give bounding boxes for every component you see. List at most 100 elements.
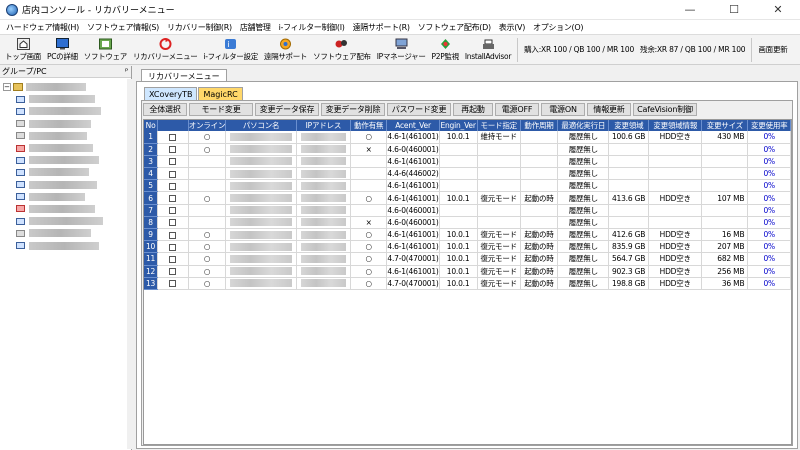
- toolbar-install-advisor-button[interactable]: InstallAdvisor: [462, 36, 514, 64]
- col-running[interactable]: 動作有無: [350, 120, 388, 131]
- toolbar-remote-support-button[interactable]: 遠隔サポート: [261, 36, 310, 64]
- table-row[interactable]: 8 × 4.6-0(460001) 履歴無し 0%: [144, 216, 791, 230]
- toolbar-p2p-button[interactable]: P2P監視: [429, 36, 462, 64]
- col-online[interactable]: オンライン: [188, 120, 227, 131]
- table-row[interactable]: 10 ○ ○ 4.6-1(461001) 10.0.1 復元モード 起動の時 履歴無し 835.…: [144, 240, 791, 254]
- tree-pc-item[interactable]: [0, 93, 131, 105]
- table-row[interactable]: 3 4.6-1(461001) 履歴無し 0%: [144, 155, 791, 169]
- col-change-area[interactable]: 変更領域: [608, 120, 650, 131]
- row-select-checkbox[interactable]: [169, 280, 177, 288]
- tree-pc-item[interactable]: [0, 142, 131, 154]
- tree-pc-item[interactable]: [0, 227, 131, 239]
- col-optimize-date[interactable]: 最適化実行日: [557, 120, 610, 131]
- row-checkbox[interactable]: [157, 277, 189, 290]
- power-off-button[interactable]: 電源OFF: [495, 103, 539, 116]
- row-select-checkbox[interactable]: [169, 243, 177, 251]
- tree-pc-item[interactable]: [0, 179, 131, 191]
- table-row[interactable]: 2 ○ × 4.6-0(460001) 履歴無し 0%: [144, 143, 791, 156]
- row-select-checkbox[interactable]: [169, 207, 177, 215]
- menu-store[interactable]: 店舗管理: [236, 22, 275, 33]
- col-change-usage[interactable]: 変更使用率: [747, 120, 791, 131]
- pin-icon[interactable]: ᴾ: [125, 67, 128, 76]
- row-select-checkbox[interactable]: [169, 182, 177, 190]
- save-changes-button[interactable]: 変更データ保存: [255, 103, 319, 116]
- close-button[interactable]: ✕: [756, 0, 800, 20]
- col-change-size[interactable]: 変更サイズ: [701, 120, 749, 131]
- table-row[interactable]: 11 ○ ○ 4.7-0(470001) 10.0.1 復元モード 起動の時 履歴無し 564.…: [144, 252, 791, 266]
- table-row[interactable]: 9 ○ ○ 4.6-1(461001) 10.0.1 復元モード 起動の時 履歴無し 412.6…: [144, 228, 791, 242]
- tree-pc-item[interactable]: [0, 203, 131, 215]
- toolbar-recovery-button[interactable]: リカバリーメニュー: [130, 36, 201, 64]
- row-checkbox[interactable]: [157, 204, 189, 217]
- row-checkbox[interactable]: [157, 265, 189, 278]
- menu-remote-support[interactable]: 遠隔サポート(R): [349, 22, 414, 33]
- toolbar-pc-detail-button[interactable]: PCの詳細: [44, 36, 81, 64]
- table-row[interactable]: 1 ○ ○ 4.6-1(461001) 10.0.1 維持モード 履歴無し 100.6 GB H…: [144, 131, 791, 144]
- tree-pc-item[interactable]: [0, 118, 131, 130]
- delete-changes-button[interactable]: 変更データ削除: [321, 103, 385, 116]
- row-checkbox[interactable]: [157, 191, 189, 205]
- maximize-button[interactable]: ☐: [712, 0, 756, 20]
- row-checkbox[interactable]: [157, 167, 189, 181]
- row-checkbox[interactable]: [157, 240, 189, 254]
- table-row[interactable]: 6 ○ ○ 4.6-1(461001) 10.0.1 復元モード 起動の時 履歴無し 413.6…: [144, 191, 791, 205]
- menu-view[interactable]: 表示(V): [495, 22, 529, 33]
- toolbar-software-distribute-button[interactable]: ソフトウェア配布: [310, 36, 374, 64]
- row-select-checkbox[interactable]: [169, 219, 177, 227]
- row-checkbox[interactable]: [157, 143, 189, 156]
- row-select-checkbox[interactable]: [169, 170, 177, 178]
- tree-pc-item[interactable]: [0, 154, 131, 166]
- row-select-checkbox[interactable]: [169, 133, 177, 141]
- panel-splitter[interactable]: [127, 79, 132, 449]
- row-select-checkbox[interactable]: [169, 255, 177, 263]
- toolbar-ifilter-button[interactable]: i i-フィルター設定: [200, 36, 260, 64]
- row-checkbox[interactable]: [157, 155, 189, 169]
- collapse-icon[interactable]: −: [3, 83, 11, 92]
- row-select-checkbox[interactable]: [169, 146, 177, 154]
- menu-recovery[interactable]: リカバリー制御(R): [163, 22, 236, 33]
- minimize-button[interactable]: —: [668, 0, 712, 20]
- cafevision-control-button[interactable]: CafeVision制御: [633, 103, 697, 116]
- table-row[interactable]: 12 ○ ○ 4.6-1(461001) 10.0.1 復元モード 起動の時 履歴無し 902.…: [144, 265, 791, 278]
- menu-ifilter[interactable]: i-フィルター制御(I): [275, 22, 349, 33]
- tab-magicrc[interactable]: MagicRC: [198, 87, 243, 100]
- restart-button[interactable]: 再起動: [453, 103, 493, 116]
- toolbar-top-button[interactable]: トップ画面: [2, 36, 44, 64]
- tree-pc-item[interactable]: [0, 191, 131, 203]
- row-select-checkbox[interactable]: [169, 231, 177, 239]
- row-select-checkbox[interactable]: [169, 158, 177, 166]
- row-select-checkbox[interactable]: [169, 195, 177, 203]
- menu-hardware[interactable]: ハードウェア情報(H): [2, 22, 83, 33]
- col-cycle[interactable]: 動作周期: [520, 120, 559, 131]
- table-row[interactable]: 7 4.6-0(460001) 履歴無し 0%: [144, 204, 791, 217]
- pc-tree[interactable]: −: [0, 78, 131, 252]
- toolbar-ip-manager-button[interactable]: IPマネージャー: [374, 36, 429, 64]
- mode-change-button[interactable]: モード変更: [189, 103, 253, 116]
- table-row[interactable]: 4 4.4-6(446002) 履歴無し 0%: [144, 167, 791, 181]
- row-checkbox[interactable]: [157, 179, 189, 193]
- table-row[interactable]: 13 ○ ○ 4.7-0(470001) 10.0.1 復元モード 起動の時 履歴無し 198.…: [144, 277, 791, 290]
- info-refresh-button[interactable]: 情報更新: [587, 103, 631, 116]
- power-on-button[interactable]: 電源ON: [541, 103, 585, 116]
- refresh-button[interactable]: 画面更新: [755, 44, 790, 55]
- select-all-button[interactable]: 全体選択: [143, 103, 187, 116]
- col-engine-ver[interactable]: Engin_Ver: [439, 120, 478, 131]
- row-checkbox[interactable]: [157, 216, 189, 230]
- password-change-button[interactable]: パスワード変更: [387, 103, 451, 116]
- tree-pc-item[interactable]: [0, 105, 131, 117]
- tree-pc-item[interactable]: [0, 130, 131, 142]
- row-checkbox[interactable]: [157, 252, 189, 266]
- menu-options[interactable]: オプション(O): [529, 22, 587, 33]
- tree-pc-item[interactable]: [0, 215, 131, 227]
- row-select-checkbox[interactable]: [169, 268, 177, 276]
- tab-xcoverytb[interactable]: XCoveryTB: [144, 87, 198, 100]
- col-no[interactable]: No: [144, 120, 159, 131]
- col-pc-name[interactable]: パソコン名: [225, 120, 297, 131]
- row-checkbox[interactable]: [157, 131, 189, 144]
- menu-software-dist[interactable]: ソフトウェア配布(D): [414, 22, 495, 33]
- col-mode[interactable]: モード指定: [477, 120, 521, 131]
- col-select[interactable]: [157, 120, 189, 131]
- table-row[interactable]: 5 4.6-1(461001) 履歴無し 0%: [144, 179, 791, 193]
- menu-software[interactable]: ソフトウェア情報(S): [83, 22, 163, 33]
- col-ip[interactable]: IPアドレス: [296, 120, 352, 131]
